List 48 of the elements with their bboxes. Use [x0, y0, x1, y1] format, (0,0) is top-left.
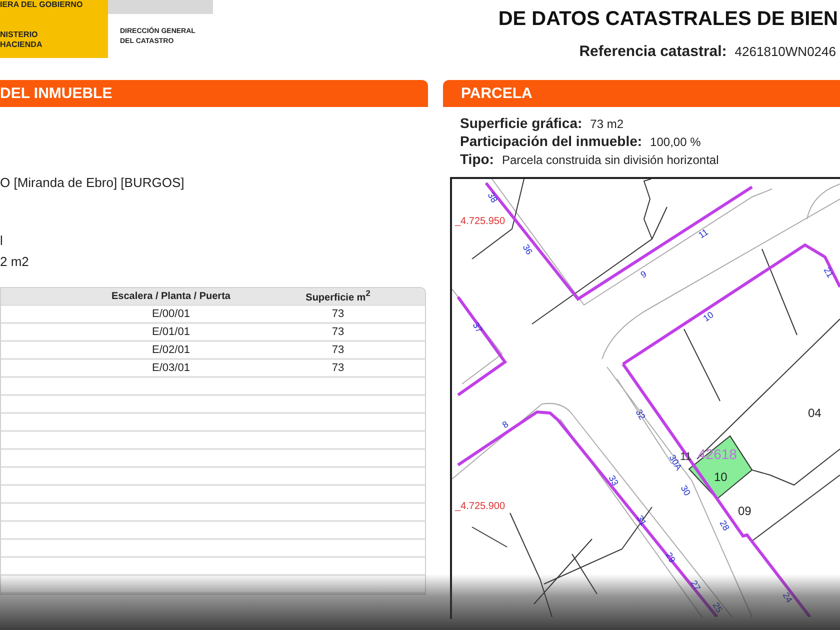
house-number: 33: [606, 474, 620, 488]
field-value: O [Miranda de Ebro] [BURGOS]: [0, 174, 186, 192]
government-label: IERA DEL GOBIERNO: [0, 0, 84, 9]
table-cell-text: 73: [330, 362, 346, 374]
house-number: 29: [664, 550, 678, 564]
column-header: Superficie m$^{2}$: [304, 288, 372, 304]
document-title: DE DATOS CATASTRALES DE BIEN: [498, 8, 839, 31]
house-number: 32: [634, 408, 648, 422]
reference-label: Referencia catastral:: [579, 43, 727, 60]
field-label: Superficie gráfica:: [460, 115, 582, 131]
house-number: 11: [696, 226, 710, 240]
field-value: Parcela construida sin división horizontal: [502, 153, 719, 167]
field-value: l: [0, 232, 4, 250]
column-header: Escalera / Planta / Puerta: [110, 290, 232, 302]
house-number: 30: [678, 484, 692, 498]
reference-value: 4261810WN0246: [734, 44, 836, 59]
house-number: 24: [780, 590, 794, 604]
table-cell-text: 73: [330, 308, 346, 320]
table-cell-text: E/01/01: [151, 326, 191, 338]
ministry-label: NISTERIO HACIENDA: [0, 30, 44, 50]
coordinate-label: _4.725.950: [455, 216, 506, 227]
table-cell-text: E/00/01: [151, 308, 191, 320]
house-number: 8: [500, 419, 510, 430]
field-label: Participación del inmueble:: [460, 133, 642, 149]
field-label: Tipo:: [460, 151, 494, 167]
field-value: 73 m2: [590, 117, 624, 131]
house-number: 25: [710, 600, 724, 614]
panel-header: DEL INMUEBLE: [0, 80, 428, 107]
coordinate-label: _4.725.900: [455, 501, 506, 512]
table-cell-text: 73: [330, 344, 346, 356]
parcel-label: 09: [738, 504, 752, 518]
house-number: 10: [701, 310, 716, 324]
house-number: 21: [822, 266, 836, 280]
house-number: 37: [470, 320, 484, 334]
parcel-label: 10: [714, 470, 728, 484]
house-number: 31: [634, 514, 648, 528]
table-cell-text: 73: [330, 326, 346, 338]
house-number: 38: [486, 190, 500, 204]
table-cell-text: E/03/01: [151, 362, 191, 374]
field-value: 100,00 %: [650, 135, 701, 149]
house-number: 36: [520, 242, 534, 256]
field-value: 2 m2: [0, 253, 30, 271]
table-cell-text: E/02/01: [151, 344, 191, 356]
panel-header: PARCELA: [443, 80, 840, 107]
house-number: 28: [718, 518, 732, 532]
house-number: 9: [638, 268, 648, 280]
parcel-label: 04: [808, 406, 822, 420]
house-number: 27: [688, 578, 702, 592]
